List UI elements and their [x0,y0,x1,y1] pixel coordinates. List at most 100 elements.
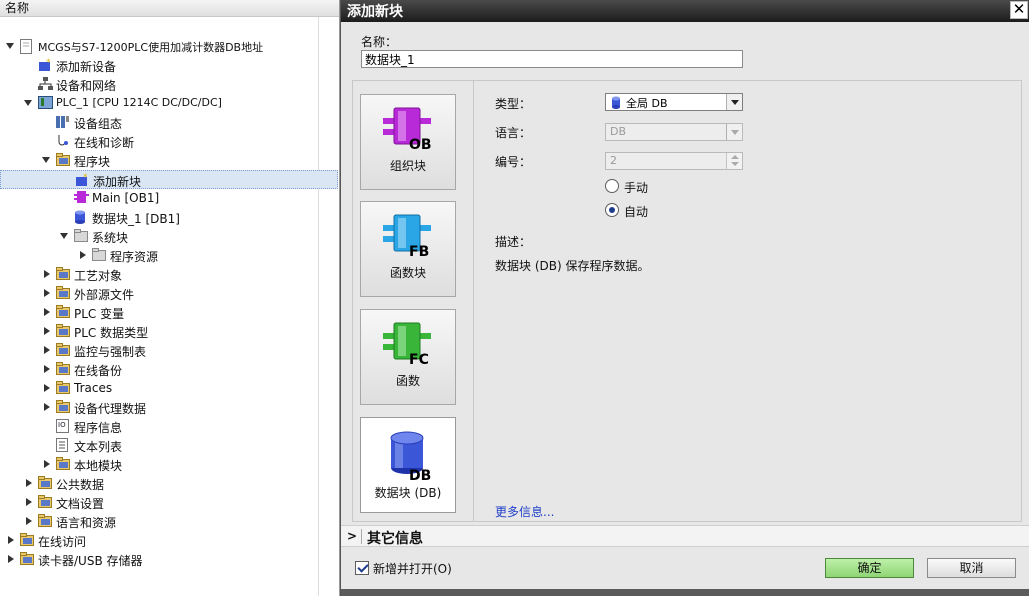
tree-item[interactable]: 程序资源 [0,246,338,265]
tree-item[interactable]: 公共数据 [0,474,338,493]
tree-item[interactable]: 外部源文件 [0,284,338,303]
more-info-link[interactable]: 更多信息... [495,503,554,520]
tree-item[interactable]: 数据块_1 [DB1] [0,208,338,227]
tree-item[interactable]: Main [OB1] [0,189,338,208]
tree-item-label: 读卡器/USB 存储器 [38,554,143,568]
expand-right-icon[interactable] [26,479,32,487]
organization-block-button[interactable]: OB 组织块 [360,94,456,190]
system-folder-icon [92,248,107,263]
tree-item[interactable]: 读卡器/USB 存储器 [0,550,338,569]
dialog-titlebar[interactable]: 添加新块 ✕ [341,0,1029,22]
expand-right-icon[interactable] [44,460,50,468]
expand-down-icon[interactable] [60,233,68,239]
ob-icon: OB [383,107,432,151]
function-button[interactable]: FC 函数 [360,309,456,405]
tree-item[interactable]: 设备组态 [0,113,338,132]
tree-item[interactable]: 语言和资源 [0,512,338,531]
tree-item[interactable]: Traces [0,379,338,398]
description-label: 描述： [495,235,532,249]
tree-column-header: 名称 [0,0,339,17]
expand-right-icon[interactable] [44,384,50,392]
expand-down-icon[interactable] [42,157,50,163]
plc-icon [38,96,53,111]
auto-radio[interactable] [605,203,619,217]
tree-item[interactable]: 在线和诊断 [0,132,338,151]
tree-item[interactable]: 文档设置 [0,493,338,512]
text-list-icon [56,438,71,453]
tree-item[interactable]: 设备代理数据 [0,398,338,417]
tree-item[interactable]: 工艺对象 [0,265,338,284]
language-dropdown[interactable]: DB [605,123,743,141]
type-dropdown[interactable]: 全局 DB [605,93,743,111]
expand-right-icon[interactable] [26,498,32,506]
expand-right-icon[interactable] [80,251,86,259]
diagnostics-icon [56,134,71,149]
expand-right-icon[interactable] [8,536,14,544]
tree-item-label: PLC_1 [CPU 1214C DC/DC/DC] [56,96,222,109]
tree-item[interactable]: PLC 变量 [0,303,338,322]
expand-right-icon[interactable] [26,517,32,525]
expand-down-icon[interactable] [6,43,14,49]
svg-text:FC: FC [409,352,429,366]
tree-item[interactable]: 监控与强制表 [0,341,338,360]
expand-right-icon[interactable] [44,365,50,373]
ob-block-icon [74,191,89,206]
name-input[interactable] [361,50,743,68]
tree-item[interactable]: PLC 数据类型 [0,322,338,341]
expand-right-icon[interactable] [44,346,50,354]
chevron-right-icon[interactable]: > [347,529,357,543]
ok-button[interactable]: 确定 [825,558,914,578]
tree-item-label: 程序信息 [74,421,123,435]
tree-item-label: 添加新设备 [56,60,117,74]
network-icon [38,77,53,92]
expand-right-icon[interactable] [8,555,14,563]
block-label: 组织块 [389,159,426,173]
expand-right-icon[interactable] [44,327,50,335]
tree-item[interactable]: 在线访问 [0,531,338,550]
tree-item[interactable]: 文本列表 [0,436,338,455]
name-label: 名称： [361,35,398,49]
project-file-icon [20,39,35,54]
tree-item[interactable]: * 添加新设备 [0,56,338,75]
tree-item[interactable]: 在线备份 [0,360,338,379]
fb-icon: FB [383,214,431,258]
folder-icon [56,267,71,282]
expand-right-icon[interactable] [44,403,50,411]
tree-item[interactable]: IO 程序信息 [0,417,338,436]
svg-text:*: * [46,58,51,68]
system-folder-icon [74,229,89,244]
expand-right-icon[interactable] [44,289,50,297]
add-and-open-checkbox[interactable] [355,561,369,575]
expand-right-icon[interactable] [44,270,50,278]
divider [361,529,362,544]
add-block-icon: * [75,173,90,188]
tree-item-label: Traces [74,381,113,395]
tree-item-label: 本地模块 [74,459,123,473]
tree-item[interactable]: 系统块 [0,227,338,246]
function-block-button[interactable]: FB 函数块 [360,201,456,297]
number-stepper[interactable]: 2 [605,152,743,170]
tree-item-label: 系统块 [92,231,129,245]
tree-item[interactable]: * 添加新块 [0,170,338,189]
tree-item[interactable]: 设备和网络 [0,75,338,94]
expand-down-icon[interactable] [24,100,32,106]
svg-text:*: * [83,173,88,183]
tree-item-label: 数据块_1 [DB1] [92,212,180,226]
language-label: 语言： [495,126,532,140]
tree-item[interactable]: 程序块 [0,151,338,170]
expand-right-icon[interactable] [44,308,50,316]
other-info-section[interactable]: > 其它信息 [341,525,1029,547]
close-button[interactable]: ✕ [1010,1,1028,19]
tree-item-label: 在线备份 [74,364,123,378]
tree-item-label: 外部源文件 [74,288,135,302]
tree-item[interactable]: PLC_1 [CPU 1214C DC/DC/DC] [0,94,338,113]
chevron-down-icon[interactable] [726,94,742,110]
tree-item[interactable]: MCGS与S7-1200PLC使用加减计数器DB地址 [0,37,338,56]
data-block-button[interactable]: DB 数据块 (DB) [360,417,456,513]
folder-icon [20,552,35,567]
add-new-block-dialog: 添加新块 ✕ 名称： OB 组织块 FB [340,0,1029,596]
manual-radio[interactable] [605,179,619,193]
tree-item[interactable]: 本地模块 [0,455,338,474]
cancel-button[interactable]: 取消 [927,558,1016,578]
tree-item-label: 语言和资源 [56,516,117,530]
